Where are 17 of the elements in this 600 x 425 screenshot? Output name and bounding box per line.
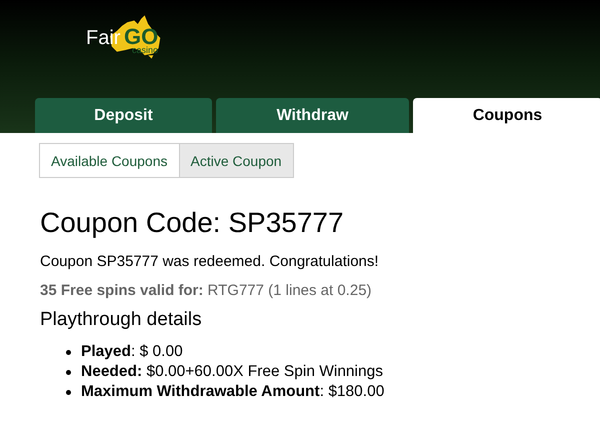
logo-text: casino [132, 46, 158, 55]
logo-text: GO [124, 26, 158, 48]
tab[interactable]: Withdraw [216, 98, 409, 133]
tab[interactable]: Coupons [413, 98, 600, 133]
tab[interactable]: Deposit [35, 98, 212, 133]
bullet-icon [66, 370, 71, 374]
bullet-icon [66, 350, 71, 354]
detail-text: Maximum Withdrawable Amount: $180.00 [81, 383, 384, 401]
free-spins-text: 35 Free spins valid for: RTG777 (1 lines at 0.25) [40, 282, 373, 299]
detail-text: Needed: $0.00+60.00X Free Spin Winnings [81, 363, 383, 381]
coupon-tab[interactable]: Available Coupons [39, 143, 180, 178]
redeemed-message: Coupon SP35777 was redeemed. Congratulations! [40, 253, 380, 270]
bullet-icon [66, 390, 71, 394]
coupon-tab[interactable]: Active Coupon [178, 143, 294, 178]
playthrough-heading: Playthrough details [40, 309, 203, 331]
coupon-heading: Coupon Code: SP35777 [40, 209, 345, 237]
detail-text: Played: $ 0.00 [81, 343, 183, 361]
